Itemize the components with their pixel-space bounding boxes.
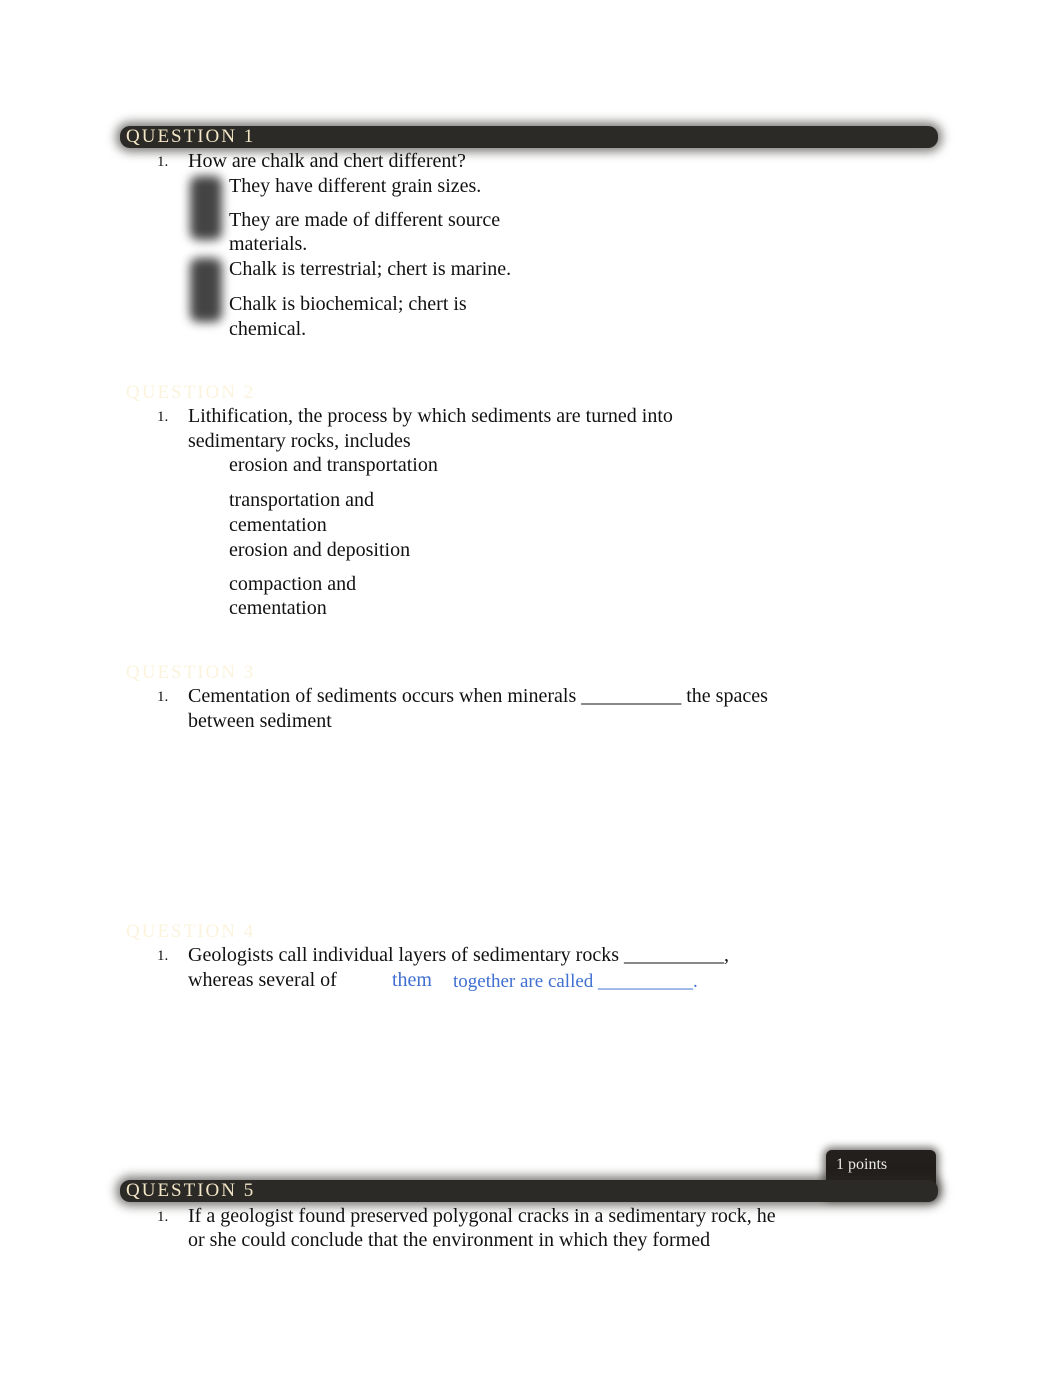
question-prompt: Cementation of sediments occurs when min… [188, 685, 768, 732]
question-number: 1. [157, 689, 169, 705]
question-title: QUESTION 5 [126, 1180, 256, 1201]
answer-option[interactable]: Chalk is terrestrial; chert is marine. [229, 257, 511, 281]
question-number: 1. [157, 154, 169, 170]
answer-option[interactable]: They have different grain sizes. [229, 174, 481, 198]
question-prompt: Geologists call individual layers of sed… [188, 944, 730, 966]
answer-option[interactable]: transportation and cementation [229, 488, 399, 538]
question-title: QUESTION 4 [126, 921, 256, 942]
question-number: 1. [157, 948, 169, 964]
question-title: QUESTION 1 [126, 126, 256, 147]
answer-option[interactable]: compaction and cementation [229, 572, 389, 620]
question-prompt: How are chalk and chert different? [188, 150, 466, 172]
question-title: QUESTION 3 [126, 662, 256, 683]
question-prompt: whereas several of [188, 969, 337, 991]
quiz-page: QUESTION 1 1. How are chalk and chert di… [0, 0, 1062, 1377]
radio-button[interactable] [190, 176, 222, 240]
answer-option[interactable]: erosion and deposition [229, 538, 410, 562]
question-prompt: If a geologist found preserved polygonal… [188, 1205, 776, 1251]
answer-option[interactable]: They are made of different source materi… [229, 208, 529, 256]
question-prompt: Lithification, the process by which sedi… [188, 405, 673, 452]
answer-option[interactable]: erosion and transportation [229, 453, 438, 477]
question-number: 1. [157, 1209, 169, 1225]
question-title: QUESTION 2 [126, 382, 256, 403]
answer-option[interactable]: Chalk is biochemical; chert is chemical. [229, 292, 499, 342]
radio-button[interactable] [190, 258, 222, 322]
points-label: 1 points [836, 1156, 888, 1173]
question-prompt-link: together are called __________. [453, 971, 698, 992]
question-prompt-link: them [392, 969, 432, 991]
question-number: 1. [157, 409, 169, 425]
